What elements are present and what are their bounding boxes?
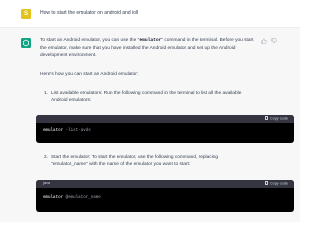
user-message-text: How to start the emulator on android and…	[40, 10, 139, 16]
code-argument: -list-avds	[63, 129, 91, 133]
user-avatar: S	[21, 9, 31, 19]
openai-logo-icon	[21, 38, 31, 48]
thumbs-up-icon[interactable]	[261, 38, 267, 44]
user-message-row: S How to start the emulator on android a…	[0, 0, 300, 27]
list-item-number: 2.	[44, 155, 49, 160]
code-content: emulator -list-avds	[43, 128, 91, 134]
inline-code-emulator: emulator	[139, 38, 162, 43]
code-block: Copy code emulator -list-avds	[36, 115, 294, 143]
copy-code-label: Copy code	[269, 181, 288, 186]
list-item-number: 1.	[44, 91, 49, 96]
code-argument: @emulator_name	[63, 196, 101, 200]
code-block-header: java Copy code	[36, 180, 294, 188]
intro-text-before: To start an Android emulator, you can us…	[40, 38, 140, 43]
copy-code-button[interactable]: Copy code	[264, 116, 288, 122]
code-block: java Copy code emulator @emulator_name	[36, 180, 294, 212]
assistant-intro-paragraph: To start an Android emulator, you can us…	[40, 37, 260, 59]
thumbs-down-icon[interactable]	[271, 38, 277, 44]
copy-code-button[interactable]: Copy code	[264, 181, 288, 187]
list-item-text: Start the emulator: To start the emulato…	[51, 155, 219, 168]
how-to-paragraph: Here's how you can start an Android emul…	[40, 72, 139, 77]
copy-code-label: Copy code	[269, 116, 288, 121]
code-language-label: java	[43, 181, 50, 185]
list-item-text: List available emulators: Run the follow…	[51, 91, 242, 104]
code-block-header: Copy code	[36, 115, 294, 123]
clipboard-icon	[264, 181, 269, 185]
code-content: emulator @emulator_name	[43, 195, 101, 201]
code-command: emulator	[43, 129, 64, 133]
code-command: emulator	[43, 196, 64, 200]
clipboard-icon	[264, 116, 269, 120]
